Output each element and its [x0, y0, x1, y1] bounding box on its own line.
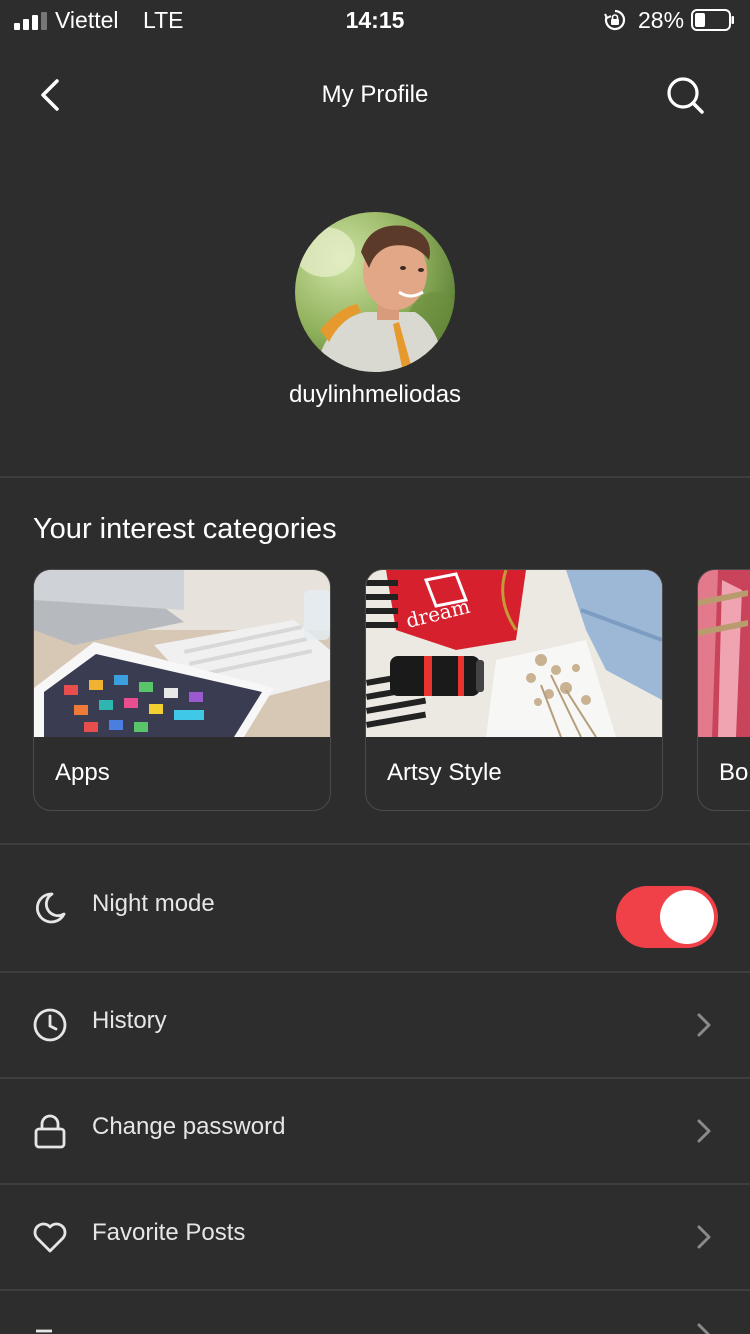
- chevron-right-icon: [697, 1225, 711, 1249]
- category-card-apps[interactable]: Apps: [33, 569, 331, 811]
- settings-row-favorite-posts[interactable]: Favorite Posts: [0, 1185, 750, 1289]
- settings-row-history[interactable]: History: [0, 973, 750, 1077]
- change-password-label: Change password: [92, 1113, 286, 1140]
- section-title: Your interest categories: [33, 513, 337, 545]
- category-image-bo: [698, 570, 750, 737]
- chevron-right-icon: [697, 1119, 711, 1143]
- chevron-right-icon: [697, 1013, 711, 1037]
- category-card-bo[interactable]: Bo: [697, 569, 750, 811]
- battery-percentage: 28%: [638, 7, 685, 33]
- heart-icon: [33, 1222, 67, 1253]
- category-label: Artsy Style: [387, 759, 502, 786]
- category-label: Apps: [55, 759, 110, 786]
- username: duylinhmeliodas: [288, 381, 462, 408]
- divider: [0, 843, 750, 845]
- category-image-apps: [34, 570, 330, 737]
- category-image-artsy-style: dream: [366, 570, 662, 737]
- list-icon: [36, 1329, 52, 1333]
- profile-screen: Viettel LTE 14:15 28% My Profile duylinh…: [0, 0, 750, 1334]
- toggle-knob: [660, 890, 714, 944]
- category-carousel[interactable]: Apps dream Artsy Style Bo: [0, 569, 750, 811]
- favorite-posts-label: Favorite Posts: [92, 1219, 246, 1246]
- history-label: History: [92, 1007, 167, 1034]
- nav-bar: My Profile: [0, 42, 750, 150]
- clock-icon: [33, 1008, 67, 1042]
- chevron-right-icon: [697, 1323, 711, 1334]
- settings-row-partial[interactable]: [0, 1291, 750, 1334]
- battery-icon: [691, 9, 734, 31]
- page-title: My Profile: [321, 81, 429, 108]
- divider: [0, 476, 750, 478]
- rotation-lock-icon: [604, 9, 626, 31]
- status-bar: Viettel LTE 14:15 28%: [0, 0, 750, 42]
- settings-row-night-mode: Night mode: [0, 856, 750, 960]
- settings-row-change-password[interactable]: Change password: [0, 1079, 750, 1183]
- category-label: Bo: [719, 759, 749, 786]
- moon-icon: [36, 892, 66, 924]
- night-mode-label: Night mode: [92, 890, 215, 917]
- category-card-artsy-style[interactable]: dream Artsy Style: [365, 569, 663, 811]
- search-icon[interactable]: [662, 72, 708, 118]
- night-mode-toggle[interactable]: [616, 886, 718, 948]
- lock-icon: [34, 1114, 66, 1149]
- avatar[interactable]: [295, 212, 455, 372]
